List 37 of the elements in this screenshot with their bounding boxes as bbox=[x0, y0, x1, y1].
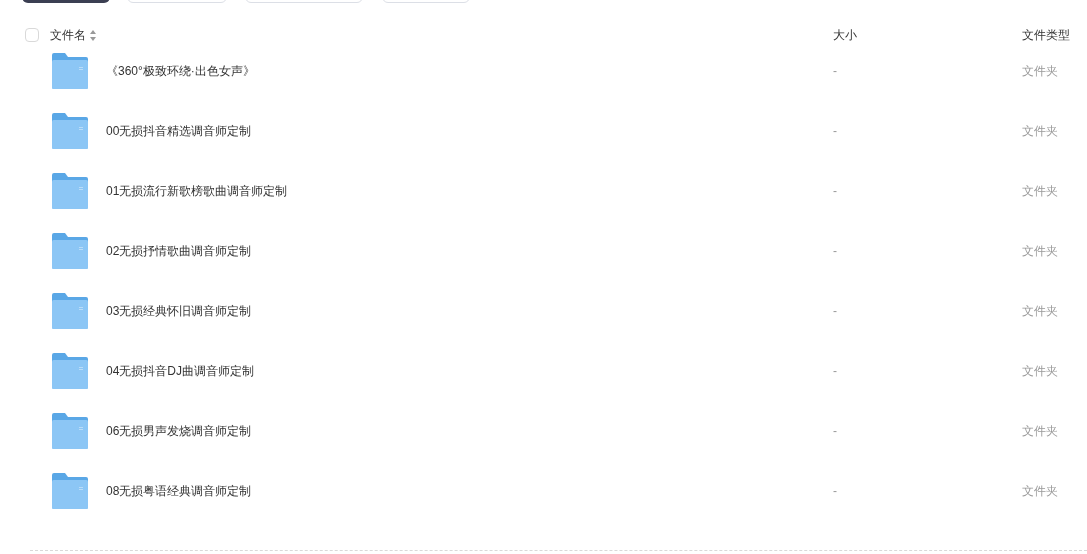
size-cell-text: - bbox=[833, 243, 838, 260]
type-cell-text: 文件夹 bbox=[1022, 183, 1058, 200]
folder-icon bbox=[52, 413, 88, 449]
folder-name[interactable]: 02无损抒情歌曲调音师定制 bbox=[106, 242, 252, 260]
folder-icon bbox=[52, 173, 88, 209]
select-all-checkbox[interactable] bbox=[25, 28, 39, 42]
folder-icon bbox=[52, 53, 88, 89]
size-cell-text: - bbox=[833, 183, 838, 200]
column-header: 大小 bbox=[833, 27, 857, 44]
folder-icon bbox=[52, 233, 88, 269]
folder-name[interactable]: 00无损抖音精选调音师定制 bbox=[106, 122, 252, 140]
folder-icon bbox=[52, 473, 88, 509]
folder-icon bbox=[52, 353, 88, 389]
folder-name[interactable]: 08无损粤语经典调音师定制 bbox=[106, 482, 252, 500]
type-cell-text: 文件夹 bbox=[1022, 483, 1058, 500]
type-cell-text: 文件夹 bbox=[1022, 243, 1058, 260]
type-cell-text: 文件夹 bbox=[1022, 63, 1058, 80]
folder-name[interactable]: 《360°极致环绕·出色女声》 bbox=[106, 62, 255, 80]
column-header[interactable]: 文件名 bbox=[50, 26, 86, 44]
column-header: 文件类型 bbox=[1022, 27, 1070, 44]
type-cell-text: 文件夹 bbox=[1022, 123, 1058, 140]
folder-name[interactable]: 06无损男声发烧调音师定制 bbox=[106, 422, 252, 440]
sort-icon[interactable] bbox=[90, 29, 96, 41]
size-cell-text: - bbox=[833, 363, 838, 380]
size-cell-text: - bbox=[833, 423, 838, 440]
folder-name[interactable]: 01无损流行新歌榜歌曲调音师定制 bbox=[106, 182, 288, 200]
folder-name[interactable]: 03无损经典怀旧调音师定制 bbox=[106, 302, 252, 320]
folder-name[interactable]: 04无损抖音DJ曲调音师定制 bbox=[106, 362, 254, 380]
folder-icon bbox=[52, 293, 88, 329]
size-cell-text: - bbox=[833, 123, 838, 140]
type-cell-text: 文件夹 bbox=[1022, 363, 1058, 380]
size-cell-text: - bbox=[833, 63, 838, 80]
size-cell-text: - bbox=[833, 303, 838, 320]
folder-icon bbox=[52, 113, 88, 149]
type-cell-text: 文件夹 bbox=[1022, 303, 1058, 320]
size-cell-text: - bbox=[833, 483, 838, 500]
type-cell-text: 文件夹 bbox=[1022, 423, 1058, 440]
